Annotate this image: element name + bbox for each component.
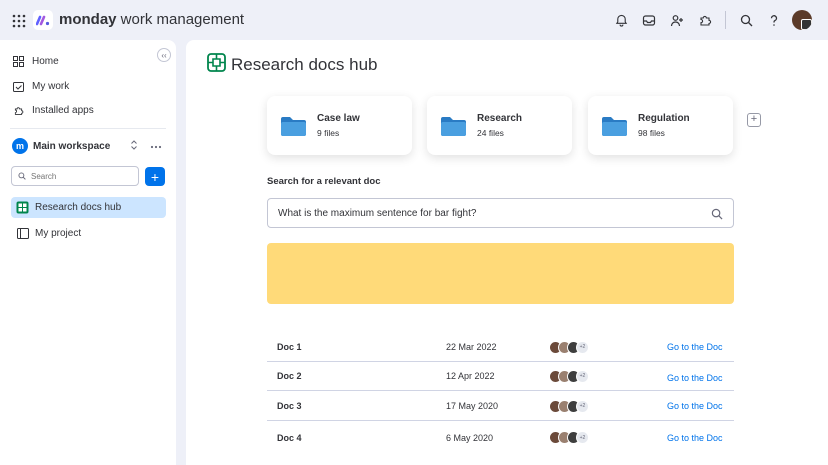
brand-rest: work management — [116, 11, 245, 28]
user-avatar[interactable] — [792, 10, 812, 30]
workspace-badge: m — [12, 138, 28, 154]
doc-name: Doc 1 — [277, 342, 302, 352]
board-label: My project — [35, 228, 82, 239]
folder-name: Research — [477, 113, 523, 124]
monday-logo-icon[interactable] — [33, 10, 53, 30]
doc-contributors: +2 — [549, 340, 589, 354]
go-to-doc-link[interactable]: Go to the Doc — [667, 373, 723, 383]
answer-panel — [267, 243, 734, 304]
folder-icon — [280, 115, 307, 137]
top-bar: monday work management — [0, 0, 828, 40]
inbox-icon[interactable] — [639, 10, 659, 30]
sidebar-item-label: Installed apps — [32, 104, 94, 116]
sidebar-divider — [10, 128, 166, 129]
brand-bold: monday — [59, 11, 117, 28]
doc-contributors: +2 — [549, 431, 589, 444]
go-to-doc-link[interactable]: Go to the Doc — [667, 401, 723, 411]
doc-name: Doc 3 — [277, 401, 302, 411]
home-icon — [12, 55, 24, 67]
doc-hub-icon — [16, 201, 29, 214]
doc-contributors: +2 — [549, 399, 589, 413]
sidebar-search[interactable] — [11, 166, 139, 186]
doc-date: 6 May 2020 — [446, 432, 494, 443]
table-row: Doc 1 22 Mar 2022 +2 Go to the Doc — [267, 333, 734, 362]
doc-search-box[interactable] — [267, 198, 734, 228]
table-row: Doc 4 6 May 2020 +2 Go to the Doc — [267, 423, 734, 452]
sidebar-board-my-project[interactable]: My project — [11, 223, 166, 244]
go-to-doc-link[interactable]: Go to the Doc — [667, 342, 723, 352]
doc-date: 17 May 2020 — [446, 401, 499, 411]
doc-name: Doc 2 — [277, 371, 302, 381]
doc-date: 22 Mar 2022 — [446, 342, 497, 352]
folder-card-regulation[interactable]: Regulation 98 files — [588, 96, 733, 155]
sidebar-item-my-work[interactable]: My work — [12, 76, 69, 96]
invite-member-icon[interactable] — [667, 10, 687, 30]
sidebar-item-label: Home — [32, 55, 59, 67]
sidebar: ‹‹ Home My work Installed apps m Main wo… — [0, 40, 176, 465]
sidebar-resizer[interactable] — [176, 40, 186, 465]
workspace-name: Main workspace — [33, 140, 111, 152]
calendar-check-icon — [12, 80, 24, 92]
avatar-more: +2 — [576, 369, 589, 383]
sidebar-item-installed-apps[interactable]: Installed apps — [12, 100, 94, 120]
doc-contributors: +2 — [549, 369, 589, 383]
search-icon — [18, 167, 26, 185]
doc-name: Doc 4 — [277, 432, 302, 443]
workspace-switch-icon[interactable] — [130, 140, 138, 152]
sidebar-search-input[interactable] — [31, 171, 131, 181]
page-header: Research docs hub — [207, 53, 377, 77]
add-folder-button[interactable]: + — [747, 113, 761, 127]
go-to-doc-link[interactable]: Go to the Doc — [667, 433, 723, 443]
help-icon[interactable] — [764, 10, 784, 30]
folder-name: Regulation — [638, 113, 690, 124]
workspace-selector[interactable]: m Main workspace — [12, 138, 166, 154]
top-separator — [725, 11, 726, 29]
bell-icon[interactable] — [611, 10, 631, 30]
table-row: Doc 3 17 May 2020 +2 Go to the Doc — [267, 392, 734, 421]
integrations-icon[interactable] — [695, 10, 715, 30]
table-row: Doc 2 12 Apr 2022 +2 Go to the Doc — [267, 362, 734, 391]
folder-name: Case law — [317, 113, 360, 124]
avatar-more: +2 — [576, 399, 589, 413]
folder-icon — [440, 115, 467, 137]
folder-count: 24 files — [477, 128, 504, 138]
folder-card-research[interactable]: Research 24 files — [427, 96, 572, 155]
workspace-more-icon[interactable] — [150, 138, 162, 152]
collapse-sidebar-button[interactable]: ‹‹ — [157, 48, 171, 62]
page-title: Research docs hub — [231, 55, 378, 74]
avatar-more: +2 — [576, 431, 589, 444]
top-icons — [603, 10, 812, 30]
search-label: Search for a relevant doc — [267, 176, 381, 187]
puzzle-icon — [12, 104, 24, 116]
search-icon[interactable] — [736, 10, 756, 30]
apps-grid-icon[interactable] — [12, 14, 26, 28]
sidebar-item-label: My work — [32, 80, 70, 92]
folder-count: 9 files — [317, 128, 340, 138]
brand-name: monday work management — [59, 11, 244, 28]
search-icon[interactable] — [711, 207, 723, 225]
main-content: Research docs hub Case law 9 files Resea… — [186, 40, 828, 465]
add-item-button[interactable]: + — [145, 167, 165, 186]
board-icon — [16, 227, 29, 240]
avatar-more: +2 — [576, 340, 589, 354]
folder-count: 98 files — [638, 128, 665, 138]
doc-date: 12 Apr 2022 — [446, 371, 495, 381]
folder-icon — [601, 115, 628, 137]
folder-card-case-law[interactable]: Case law 9 files — [267, 96, 412, 155]
doc-hub-icon — [207, 53, 226, 77]
sidebar-item-home[interactable]: Home — [12, 51, 59, 71]
board-label: Research docs hub — [35, 202, 122, 213]
sidebar-board-research-docs-hub[interactable]: Research docs hub — [11, 197, 166, 218]
doc-search-input[interactable] — [278, 207, 698, 219]
